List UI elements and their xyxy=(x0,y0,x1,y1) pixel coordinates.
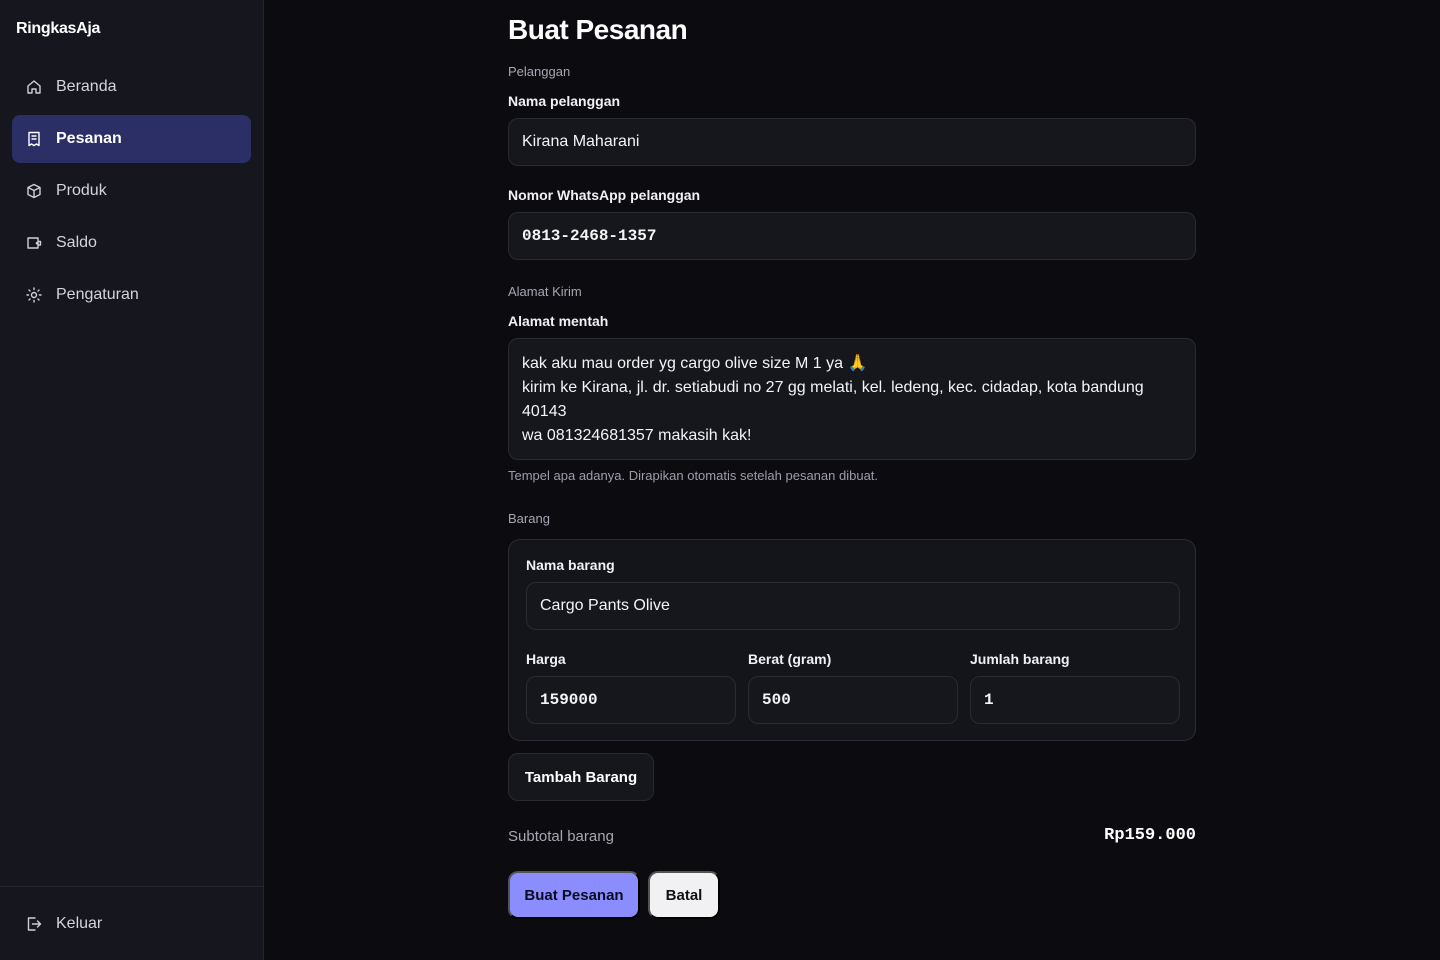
sidebar-item-pesanan[interactable]: Pesanan xyxy=(12,115,251,163)
sidebar-item-beranda[interactable]: Beranda xyxy=(12,63,251,111)
sidebar-nav: Beranda Pesanan Produk Saldo Pengaturan xyxy=(12,63,251,323)
sidebar-item-label: Saldo xyxy=(56,234,97,251)
sidebar-item-label: Produk xyxy=(56,182,107,199)
cancel-button[interactable]: Batal xyxy=(648,871,720,919)
item-qty-input[interactable]: 1 xyxy=(970,676,1180,724)
create-order-button[interactable]: Buat Pesanan xyxy=(508,871,640,919)
item-weight-label: Berat (gram) xyxy=(748,651,832,667)
item-weight-input[interactable]: 500 xyxy=(748,676,958,724)
home-icon xyxy=(26,79,42,95)
raw-address-label: Alamat mentah xyxy=(508,313,609,329)
item-name-label: Nama barang xyxy=(526,557,615,573)
sidebar-item-label: Beranda xyxy=(56,78,117,95)
section-label-items: Barang xyxy=(508,511,550,526)
sun-gear-icon xyxy=(26,287,42,303)
customer-name-label: Nama pelanggan xyxy=(508,93,621,109)
sidebar-footer: Keluar xyxy=(0,886,263,960)
subtotal-value: Rp159.000 xyxy=(1104,826,1196,845)
raw-address-textarea[interactable]: kak aku mau order yg cargo olive size M … xyxy=(508,338,1196,460)
item-price-input[interactable]: 159000 xyxy=(526,676,736,724)
logout-button[interactable]: Keluar xyxy=(12,900,251,948)
subtotal-label: Subtotal barang xyxy=(508,828,614,845)
sidebar-item-saldo[interactable]: Saldo xyxy=(12,219,251,267)
item-price-label: Harga xyxy=(526,651,566,667)
sidebar-item-label: Pengaturan xyxy=(56,286,139,303)
wallet-icon xyxy=(26,235,42,251)
receipt-icon xyxy=(26,131,42,147)
item-name-input[interactable]: Cargo Pants Olive xyxy=(526,582,1180,630)
customer-name-input[interactable]: Kirana Maharani xyxy=(508,118,1196,166)
sidebar-item-label: Pesanan xyxy=(56,130,122,147)
logout-icon xyxy=(26,916,42,932)
customer-phone-input[interactable]: 0813-2468-1357 xyxy=(508,212,1196,260)
item-qty-label: Jumlah barang xyxy=(970,651,1070,667)
logout-label: Keluar xyxy=(56,915,103,932)
brand-logo[interactable]: RingkasAja xyxy=(16,20,100,38)
sidebar-item-produk[interactable]: Produk xyxy=(12,167,251,215)
box-icon xyxy=(26,183,42,199)
add-item-button[interactable]: Tambah Barang xyxy=(508,753,654,801)
item-card: Nama barang Cargo Pants Olive Harga 1590… xyxy=(508,539,1196,741)
page-title: Buat Pesanan xyxy=(508,14,688,45)
raw-address-hint: Tempel apa adanya. Dirapikan otomatis se… xyxy=(508,468,879,483)
customer-phone-label: Nomor WhatsApp pelanggan xyxy=(508,187,701,203)
section-label-address: Alamat Kirim xyxy=(508,284,582,299)
section-label-customer: Pelanggan xyxy=(508,64,571,79)
sidebar-item-pengaturan[interactable]: Pengaturan xyxy=(12,271,251,319)
sidebar: RingkasAja Beranda Pesanan Produk Saldo xyxy=(0,0,264,960)
